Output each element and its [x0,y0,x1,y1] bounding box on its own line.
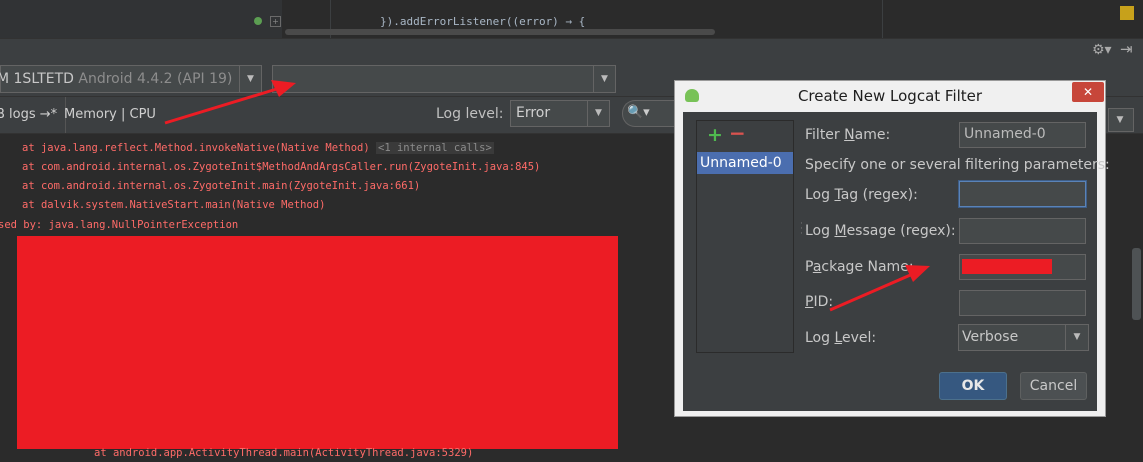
chevron-down-icon[interactable]: ▼ [587,101,609,126]
hide-panel-icon[interactable]: ⇥ [1120,40,1133,58]
package-name-label: Package Name: [805,259,914,275]
log-line: at android.app.ActivityThread.main(Activ… [94,447,474,459]
filter-name-field[interactable]: Unnamed-0 [959,122,1086,148]
log-level-select[interactable]: Verbose ▼ [958,324,1089,351]
redaction-block [962,259,1052,274]
log-line: at dalvik.system.NativeStart.main(Native… [22,199,326,211]
pid-field[interactable] [959,290,1086,316]
scrollbar-thumb[interactable] [1132,248,1141,320]
add-filter-button[interactable]: + [707,124,723,146]
code-editor: + }).addErrorListener((error) → { [0,0,1143,38]
filter-name-label: Filter Name: [805,127,891,143]
chevron-down-icon[interactable]: ▼ [239,66,261,92]
create-logcat-filter-dialog: Create New Logcat Filter ✕ + − Unnamed-0… [674,80,1110,417]
log-level-label: Log Level: [805,330,877,346]
log-level-dropdown[interactable]: Error ▼ [510,100,610,127]
log-line: at com.android.internal.os.ZygoteInit.ma… [22,180,421,192]
redaction-block [17,236,618,449]
error-stripe-marker[interactable] [1120,6,1134,20]
log-line: at com.android.internal.os.ZygoteInit$Me… [22,161,541,173]
editor-gutter [0,0,282,38]
editor-horizontal-scrollbar[interactable] [285,29,715,35]
device-dropdown[interactable]: M 1SLTETD Android 4.4.2 (API 19) ▼ [0,65,262,93]
right-margin-guide [882,0,883,38]
chevron-down-icon[interactable]: ▼ [1107,109,1133,131]
tool-window-header: ⚙▾ ⇥ [0,38,1143,63]
filter-list: + − Unnamed-0 [696,120,794,353]
log-vertical-scrollbar[interactable] [1130,134,1143,462]
log-tag-label: Log Tag (regex): [805,187,918,203]
gear-icon[interactable]: ⚙▾ [1092,42,1112,58]
tab-logcat[interactable]: B logs →* [0,97,67,133]
chevron-down-icon[interactable]: ▼ [1065,325,1088,350]
search-icon: 🔍▾ [627,105,650,120]
tab-memory-cpu[interactable]: Memory | CPU [60,97,160,133]
log-line: at java.lang.reflect.Method.invokeNative… [22,142,494,154]
close-button[interactable]: ✕ [1072,82,1104,102]
log-level-value: Error [516,105,551,121]
list-item[interactable]: Unnamed-0 [697,152,793,174]
dialog-titlebar: Create New Logcat Filter ✕ [675,81,1105,111]
breakpoint-icon[interactable] [254,17,262,25]
device-label: M 1SLTETD Android 4.4.2 (API 19) [0,71,232,87]
log-level-value: Verbose [962,329,1019,345]
fold-icon[interactable]: + [270,16,281,27]
device-name: M 1SLTETD [0,71,74,87]
code-line: }).addErrorListener((error) → { [380,15,586,28]
dialog-body: + − Unnamed-0 · · · Filter Name: Unnamed-0… [683,112,1110,411]
package-name-field[interactable] [959,254,1086,280]
log-line: sed by: java.lang.NullPointerException [0,219,239,231]
internal-calls-fold[interactable]: <1 internal calls> [376,142,494,154]
dialog-title: Create New Logcat Filter [797,87,983,105]
splitter-handle[interactable]: · · · [800,220,804,242]
process-dropdown[interactable]: ▼ [272,65,616,93]
ok-button[interactable]: OK [939,372,1007,400]
filter-config-dropdown[interactable]: ▼ [1108,108,1134,132]
device-api: Android 4.4.2 (API 19) [78,71,233,87]
search-input[interactable]: 🔍▾ [622,100,682,127]
log-tag-field[interactable] [959,181,1086,207]
log-message-label: Log Message (regex): [805,223,956,239]
cancel-button[interactable]: Cancel [1020,372,1087,400]
log-message-field[interactable] [959,218,1086,244]
log-level-label: Log level: [436,106,504,122]
chevron-down-icon[interactable]: ▼ [593,66,615,92]
remove-filter-button[interactable]: − [729,121,746,145]
specify-text: Specify one or several filtering paramet… [805,157,1110,173]
pid-label: PID: [805,294,834,310]
